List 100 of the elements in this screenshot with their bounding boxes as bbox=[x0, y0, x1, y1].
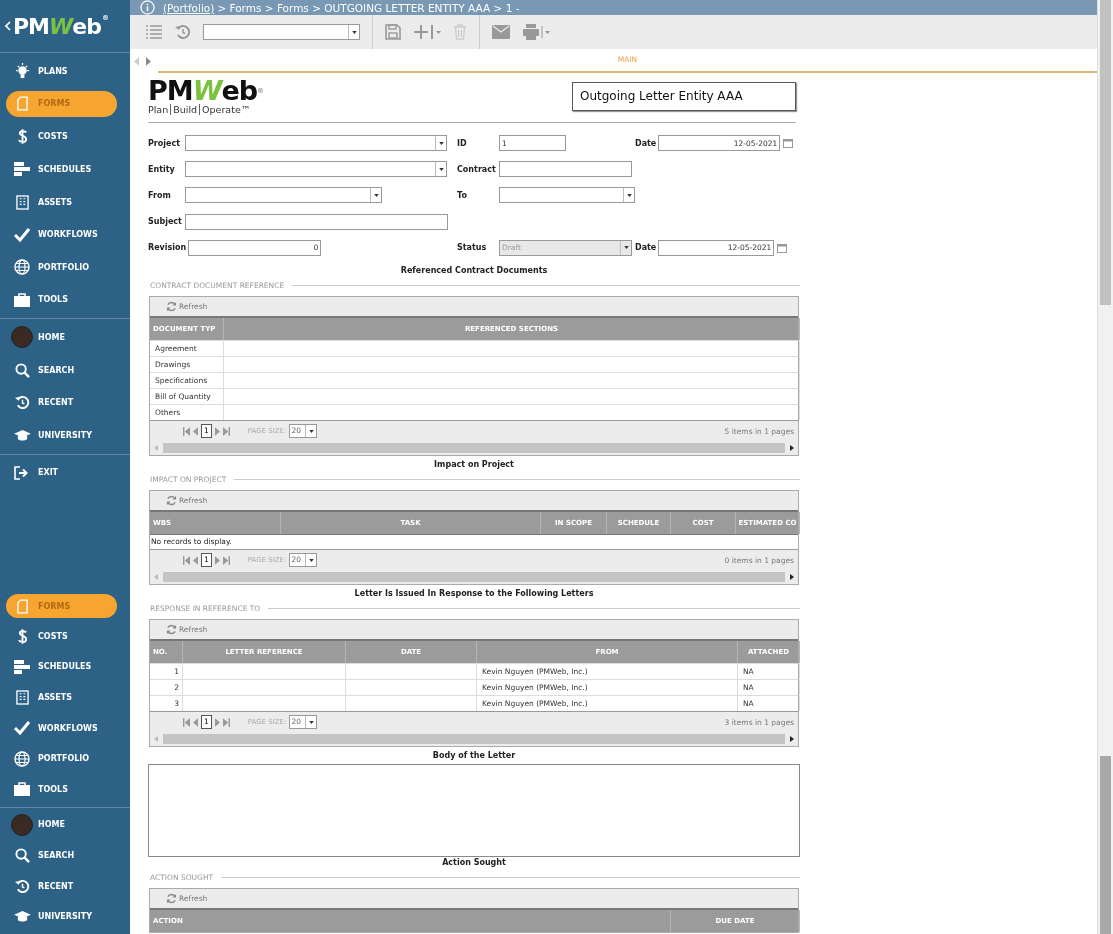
search-icon bbox=[14, 848, 30, 863]
sidebar-item[interactable]: ASSETS bbox=[6, 185, 124, 219]
next-page-icon[interactable] bbox=[214, 717, 220, 727]
sidebar-item[interactable]: RECENT bbox=[6, 870, 124, 902]
scroll-right-icon[interactable] bbox=[790, 445, 794, 452]
field-label: Subject bbox=[148, 217, 183, 227]
avatar-icon bbox=[11, 813, 33, 836]
next-page-icon[interactable] bbox=[214, 426, 220, 436]
dropdown-field[interactable] bbox=[185, 135, 447, 151]
next-page-icon[interactable] bbox=[214, 555, 220, 565]
sidebar-item[interactable]: ASSETS bbox=[6, 682, 124, 713]
building-icon bbox=[15, 690, 29, 706]
info-icon[interactable] bbox=[140, 0, 155, 15]
sidebar-item[interactable]: PLANS bbox=[6, 55, 124, 88]
scroll-left-icon[interactable] bbox=[154, 445, 158, 452]
input-field[interactable] bbox=[499, 161, 632, 178]
field-label: To bbox=[457, 190, 468, 200]
caret-icon bbox=[308, 429, 314, 433]
sidebar-item[interactable]: SEARCH bbox=[6, 353, 124, 387]
sidebar-item[interactable]: WORKFLOWS bbox=[6, 218, 124, 251]
sidebar-item[interactable]: COSTS bbox=[6, 621, 124, 652]
sidebar-item[interactable]: PORTFOLIO bbox=[6, 250, 124, 284]
scroll-right-icon[interactable] bbox=[790, 736, 794, 743]
sidebar-item[interactable]: HOME bbox=[6, 321, 124, 354]
first-page-icon[interactable] bbox=[183, 426, 190, 436]
lightbulb-icon bbox=[14, 62, 30, 80]
refresh-icon bbox=[166, 494, 177, 506]
calendar-icon[interactable] bbox=[783, 138, 794, 148]
scroll-right-icon[interactable] bbox=[790, 574, 794, 581]
input-field[interactable] bbox=[185, 213, 448, 230]
dollar-icon bbox=[16, 128, 28, 146]
dropdown-field[interactable] bbox=[499, 187, 635, 204]
bars-icon bbox=[14, 162, 30, 177]
bars-icon bbox=[14, 659, 30, 674]
field-label: ID bbox=[457, 138, 468, 148]
view-dropdown[interactable] bbox=[203, 24, 360, 40]
caret-icon bbox=[351, 30, 357, 34]
sidebar-item[interactable]: SEARCH bbox=[6, 840, 124, 871]
dropdown-field[interactable] bbox=[185, 187, 382, 204]
sidebar-item[interactable]: SCHEDULES bbox=[6, 651, 124, 683]
field-label: Revision bbox=[148, 243, 187, 253]
caret-icon bbox=[626, 193, 632, 197]
section-caption: Impact on Project bbox=[433, 458, 515, 471]
pmweb-logo: PMWeb$^{®}$ Plan Build Operate™ bbox=[148, 78, 264, 115]
calendar-icon[interactable] bbox=[777, 242, 788, 253]
sidebar-item[interactable]: EXIT bbox=[6, 456, 124, 490]
scroll-left-icon[interactable] bbox=[134, 56, 139, 66]
previous-page-icon[interactable] bbox=[193, 717, 198, 727]
back-chevron-icon[interactable] bbox=[5, 21, 11, 31]
briefcase-icon bbox=[14, 292, 30, 307]
refresh-icon bbox=[166, 623, 177, 635]
vertical-scrollbar[interactable] bbox=[1097, 0, 1113, 934]
print-icon[interactable] bbox=[522, 24, 550, 40]
trash-icon[interactable] bbox=[453, 24, 467, 40]
first-page-icon[interactable] bbox=[183, 555, 190, 565]
last-page-icon[interactable] bbox=[222, 426, 230, 436]
scroll-left-icon[interactable] bbox=[154, 574, 158, 581]
save-icon[interactable] bbox=[385, 24, 401, 40]
sidebar-item[interactable]: WORKFLOWS bbox=[6, 712, 124, 744]
mail-icon[interactable] bbox=[492, 25, 510, 39]
history-icon bbox=[14, 395, 30, 411]
caret-icon bbox=[438, 141, 444, 145]
scroll-left-icon[interactable] bbox=[154, 736, 158, 743]
letter-body-field[interactable] bbox=[148, 763, 800, 857]
dollar-icon bbox=[16, 627, 28, 645]
history-icon bbox=[14, 878, 30, 894]
caret-icon bbox=[623, 246, 629, 250]
sidebar-item[interactable]: HOME bbox=[6, 809, 124, 841]
field-label: Contract bbox=[457, 164, 497, 174]
checkmark-icon bbox=[14, 721, 30, 736]
search-icon bbox=[14, 362, 30, 378]
field-label: From bbox=[148, 190, 172, 200]
sidebar-item[interactable]: UNIVERSITY bbox=[6, 418, 124, 452]
previous-page-icon[interactable] bbox=[193, 426, 198, 436]
dropdown-field[interactable] bbox=[185, 161, 447, 178]
avatar-icon bbox=[11, 326, 33, 349]
section-caption: Letter Is Issued In Response to the Following Letters bbox=[353, 587, 595, 600]
sidebar-item[interactable]: PORTFOLIO bbox=[6, 743, 124, 775]
first-page-icon[interactable] bbox=[183, 717, 190, 727]
section-caption: Action Sought bbox=[441, 856, 507, 869]
add-icon[interactable] bbox=[413, 24, 441, 40]
last-page-icon[interactable] bbox=[222, 717, 230, 727]
refresh-icon bbox=[166, 300, 177, 312]
sidebar-item[interactable]: UNIVERSITY bbox=[6, 901, 124, 932]
graduation-cap-icon bbox=[13, 910, 31, 924]
previous-page-icon[interactable] bbox=[193, 555, 198, 565]
list-icon[interactable] bbox=[145, 24, 163, 40]
breadcrumb-path: > Forms > Forms > OUTGOING LETTER ENTITY AAA > 1 - bbox=[217, 1, 520, 14]
field-label: Date bbox=[635, 138, 657, 148]
sidebar-item[interactable]: TOOLS bbox=[6, 774, 124, 805]
caret-icon bbox=[373, 193, 379, 197]
sidebar-item[interactable]: RECENT bbox=[6, 386, 124, 419]
sidebar-item[interactable]: TOOLS bbox=[6, 283, 124, 317]
last-page-icon[interactable] bbox=[222, 555, 230, 565]
sidebar-item[interactable]: SCHEDULES bbox=[6, 153, 124, 186]
graduation-cap-icon bbox=[13, 428, 31, 442]
field-label: Date bbox=[635, 243, 657, 253]
sidebar-item[interactable]: COSTS bbox=[6, 120, 124, 154]
refresh-icon bbox=[166, 892, 177, 904]
history-icon[interactable] bbox=[175, 24, 191, 40]
